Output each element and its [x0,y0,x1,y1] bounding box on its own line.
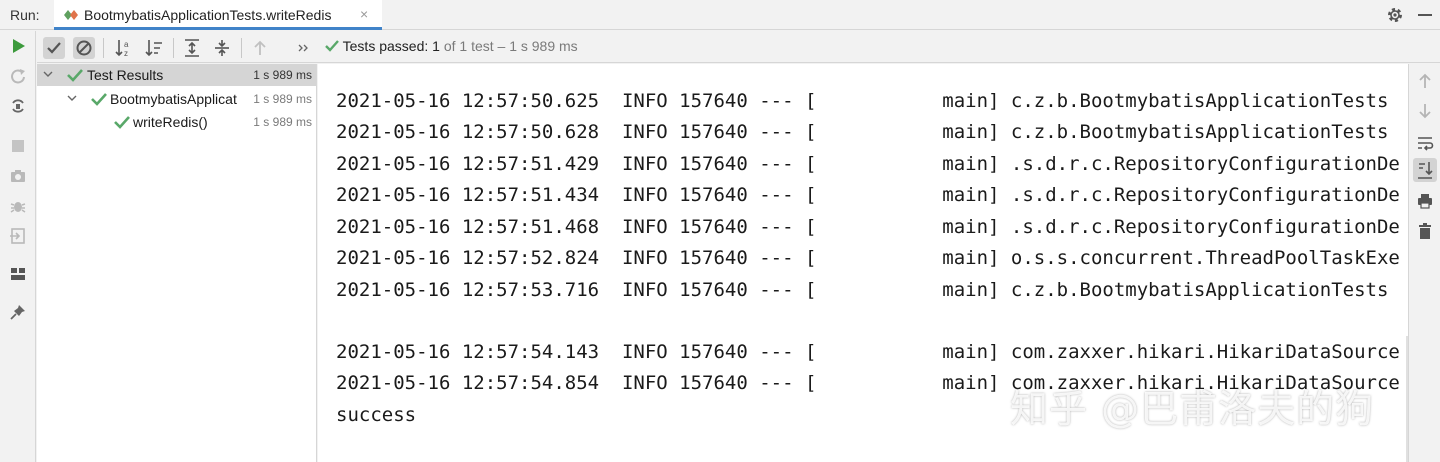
watermark: 知乎 @巴甫洛夫的狗 [1010,387,1375,431]
status-detail: of 1 test – 1 s 989 ms [439,38,578,54]
svg-text:z: z [124,49,128,58]
toolbar-separator [241,38,242,58]
console-line: 2021-05-16 12:57:51.429 INFO 157640 --- … [336,153,1400,175]
passed-check-icon [325,40,339,52]
up-arrow-icon[interactable] [1416,72,1434,90]
passed-check-icon [67,69,83,82]
more-chevrons-icon[interactable] [297,37,311,59]
console-line: 2021-05-16 12:57:51.468 INFO 157640 --- … [336,216,1400,238]
tree-duration: 1 s 989 ms [253,115,312,129]
status-count: 1 [432,38,440,54]
exit-icon[interactable] [9,227,27,245]
tree-label: writeRedis() [133,114,208,130]
trash-icon[interactable] [1416,222,1434,240]
print-icon[interactable] [1416,192,1434,210]
collapse-all-icon[interactable] [211,37,233,59]
toggle-auto-test-icon[interactable] [9,97,27,115]
tree-label: BootmybatisApplicat [110,91,237,107]
settings-gear-icon[interactable] [1386,6,1404,24]
toolbar-separator [173,38,174,58]
sort-alpha-icon[interactable]: a z [113,37,135,59]
soft-wrap-icon[interactable] [1416,134,1434,152]
console-line: success [336,404,417,426]
debug-bug-icon[interactable] [9,197,27,215]
console-line: 2021-05-16 12:57:51.434 INFO 157640 --- … [336,184,1400,206]
passed-check-icon [91,93,107,106]
junit-diamond-icon [64,10,78,20]
camera-dump-icon[interactable] [9,167,27,185]
expand-all-icon[interactable] [181,37,203,59]
toolbar-separator [103,38,104,58]
test-status: Tests passed: 1 of 1 test – 1 s 989 ms [325,38,578,54]
run-tool-window-header: Run: BootmybatisApplicationTests.writeRe… [0,0,1440,30]
show-ignored-button[interactable] [73,37,95,59]
passed-check-icon [114,116,130,129]
console-line: 2021-05-16 12:57:52.824 INFO 157640 --- … [336,247,1400,269]
run-label: Run: [10,7,40,23]
minimize-icon[interactable] [1416,6,1434,24]
show-passed-button[interactable] [43,37,65,59]
tree-row-test-method[interactable]: writeRedis() 1 s 989 ms [37,111,316,133]
scroll-to-end-button[interactable] [1413,158,1437,182]
status-prefix: Tests passed: [342,38,433,54]
run-config-tab[interactable]: BootmybatisApplicationTests.writeRedis × [54,0,382,30]
down-arrow-icon[interactable] [1416,102,1434,120]
pin-icon[interactable] [9,303,27,321]
tree-row-test-class[interactable]: BootmybatisApplicat 1 s 989 ms [37,88,316,110]
show-passed-check-icon [47,42,61,54]
tree-label: Test Results [87,67,164,83]
sort-duration-icon[interactable] [143,37,165,59]
layout-icon[interactable] [9,265,27,283]
chevron-down-icon[interactable] [43,69,53,79]
console-line: 2021-05-16 12:57:53.716 INFO 157640 --- … [336,279,1389,301]
tree-duration: 1 s 989 ms [253,68,312,82]
previous-failed-icon[interactable] [249,37,271,59]
test-results-tree: Test Results 1 s 989 ms BootmybatisAppli… [37,64,317,462]
test-runner-toolbar: a z Tests passed: 1 of 1 test – 1 s 989 … [37,31,1440,63]
console-line: 2021-05-16 12:57:54.143 INFO 157640 --- … [336,341,1400,363]
tree-row-test-results[interactable]: Test Results 1 s 989 ms [37,64,316,86]
console-actions-toolbar [1408,64,1440,462]
svg-text:a: a [124,40,129,49]
scroll-to-end-icon [1418,162,1433,179]
tree-duration: 1 s 989 ms [253,92,312,106]
chevron-down-icon[interactable] [67,93,77,103]
rerun-failed-icon[interactable] [9,67,27,85]
run-actions-toolbar [0,31,36,462]
tab-title: BootmybatisApplicationTests.writeRedis [84,7,332,23]
run-icon[interactable] [9,37,27,55]
stop-icon[interactable] [9,137,27,155]
tab-close-icon[interactable]: × [360,6,368,22]
console-line: 2021-05-16 12:57:50.625 INFO 157640 --- … [336,90,1389,112]
console-line: 2021-05-16 12:57:50.628 INFO 157640 --- … [336,121,1389,143]
show-ignored-icon [76,40,92,56]
